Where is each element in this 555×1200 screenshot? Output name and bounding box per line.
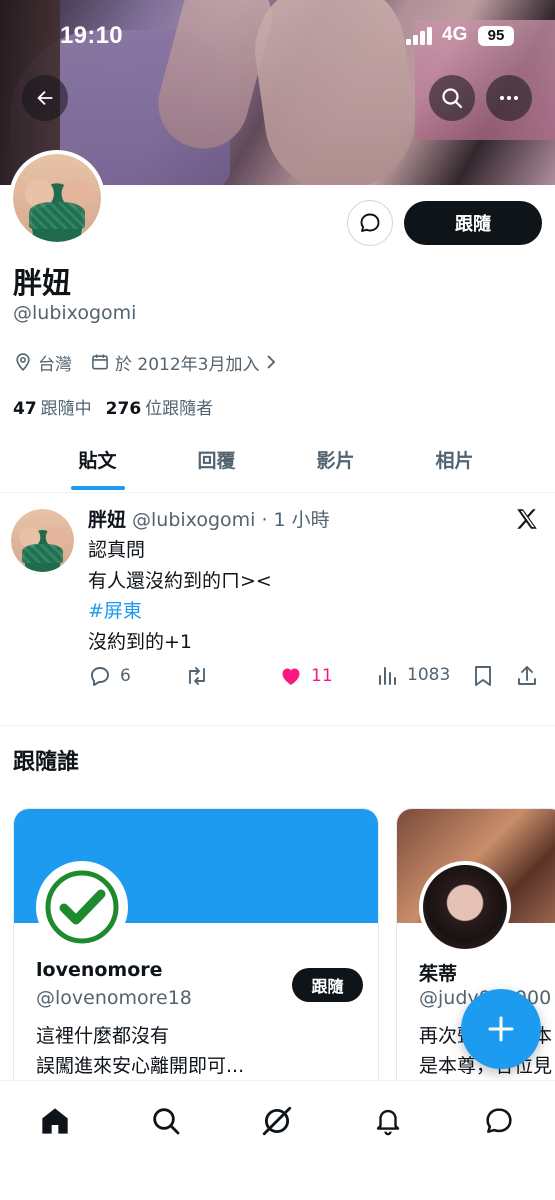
post-handle-time: @lubixogomi · 1 小時 xyxy=(132,509,330,531)
post-author-name: 胖妞 xyxy=(88,509,127,531)
search-icon xyxy=(442,88,463,109)
nav-grok[interactable] xyxy=(257,1101,297,1141)
card-name: lovenomore xyxy=(36,959,163,981)
post-actions: 6 11 1083 xyxy=(88,664,543,690)
compose-button[interactable] xyxy=(461,989,541,1069)
nav-search[interactable] xyxy=(146,1101,186,1141)
card-avatar[interactable] xyxy=(419,861,511,953)
profile-handle: @lubixogomi xyxy=(13,302,137,324)
profile-meta: 台灣 於 2012年3月加入 xyxy=(13,349,296,375)
heart-filled-icon xyxy=(282,668,300,685)
follow-suggestion-card[interactable]: lovenomore @lovenomore18 跟隨 這裡什麼都沒有 誤闖進來… xyxy=(13,808,379,1108)
joined-link[interactable]: 於 2012年3月加入 xyxy=(90,350,278,375)
follow-counts: 47 跟隨中 276 位跟隨者 xyxy=(13,394,213,419)
share-button[interactable] xyxy=(515,664,539,688)
arrow-left-icon xyxy=(37,90,53,106)
post-text: 認真問 有人還沒約到的ㄇ>< #屏東 沒約到的+1 xyxy=(88,539,272,653)
status-time: 19:10 xyxy=(60,22,123,49)
bottom-nav xyxy=(0,1080,555,1200)
plus-icon xyxy=(488,1016,514,1042)
message-icon xyxy=(360,213,380,232)
search-icon xyxy=(153,1108,180,1135)
nav-home[interactable] xyxy=(35,1101,75,1141)
share-icon xyxy=(518,666,536,685)
display-name: 胖妞 xyxy=(13,266,72,300)
card-avatar[interactable] xyxy=(36,861,128,953)
who-to-follow-title: 跟隨誰 xyxy=(13,750,80,775)
location-icon xyxy=(16,353,30,372)
joined-text: 於 2012年3月加入 xyxy=(115,354,260,375)
like-button[interactable]: 11 xyxy=(279,664,333,688)
x-logo-icon[interactable] xyxy=(514,506,540,532)
location-text: 台灣 xyxy=(38,354,72,375)
follow-button[interactable]: 跟隨 xyxy=(404,201,542,245)
profile-avatar[interactable] xyxy=(9,150,105,246)
card-handle: @lovenomore18 xyxy=(36,987,192,1009)
repost-icon xyxy=(189,667,205,685)
bell-icon xyxy=(376,1109,400,1136)
reply-button[interactable]: 6 xyxy=(88,664,131,688)
post[interactable]: 胖妞 @lubixogomi · 1 小時 認真問 有人還沒約到的ㄇ>< #屏東… xyxy=(0,494,555,726)
back-button[interactable] xyxy=(22,75,68,121)
more-button[interactable] xyxy=(486,75,532,121)
post-avatar[interactable] xyxy=(11,509,74,572)
more-dots-icon xyxy=(500,96,518,100)
nav-messages[interactable] xyxy=(479,1101,519,1141)
status-bar: 19:10 4G 95 xyxy=(0,0,555,70)
bookmark-button[interactable] xyxy=(472,664,494,688)
followers-link[interactable]: 276 位跟隨者 xyxy=(106,394,214,419)
tab-videos[interactable]: 影片 xyxy=(276,435,395,492)
checkmark-icon xyxy=(45,870,119,944)
repost-button[interactable] xyxy=(184,664,210,688)
calendar-icon xyxy=(92,354,108,370)
network-type: 4G xyxy=(442,24,468,45)
card-follow-button[interactable]: 跟隨 xyxy=(292,968,363,1002)
views-chart-icon xyxy=(379,667,396,685)
tab-photos[interactable]: 相片 xyxy=(395,435,514,492)
following-link[interactable]: 47 跟隨中 xyxy=(13,394,92,419)
nav-notifications[interactable] xyxy=(368,1101,408,1141)
profile-tabs: 貼文 回覆 影片 相片 xyxy=(0,435,555,493)
battery-icon: 95 xyxy=(478,26,514,46)
message-button[interactable] xyxy=(347,200,393,246)
views-button[interactable]: 1083 xyxy=(377,664,450,686)
card-name: 茱蒂 xyxy=(419,963,458,985)
search-button[interactable] xyxy=(429,75,475,121)
follow-suggestion-card[interactable]: 茱蒂 @judy000000 再次聲明，是本 是本尊，各位見 xyxy=(396,808,555,1108)
tab-replies[interactable]: 回覆 xyxy=(157,435,276,492)
post-header: 胖妞 @lubixogomi · 1 小時 xyxy=(88,505,330,532)
signal-icon xyxy=(406,27,434,45)
home-icon xyxy=(42,1108,68,1134)
active-tab-indicator xyxy=(71,486,125,490)
card-bio: 這裡什麼都沒有 誤闖進來安心離開即可... xyxy=(36,1025,245,1077)
grok-icon xyxy=(262,1106,292,1136)
message-icon xyxy=(486,1108,512,1133)
reply-icon xyxy=(91,667,109,686)
tab-posts[interactable]: 貼文 xyxy=(38,435,157,492)
chevron-right-icon xyxy=(267,355,276,369)
hashtag-link[interactable]: #屏東 xyxy=(88,596,272,627)
bookmark-icon xyxy=(475,666,491,686)
